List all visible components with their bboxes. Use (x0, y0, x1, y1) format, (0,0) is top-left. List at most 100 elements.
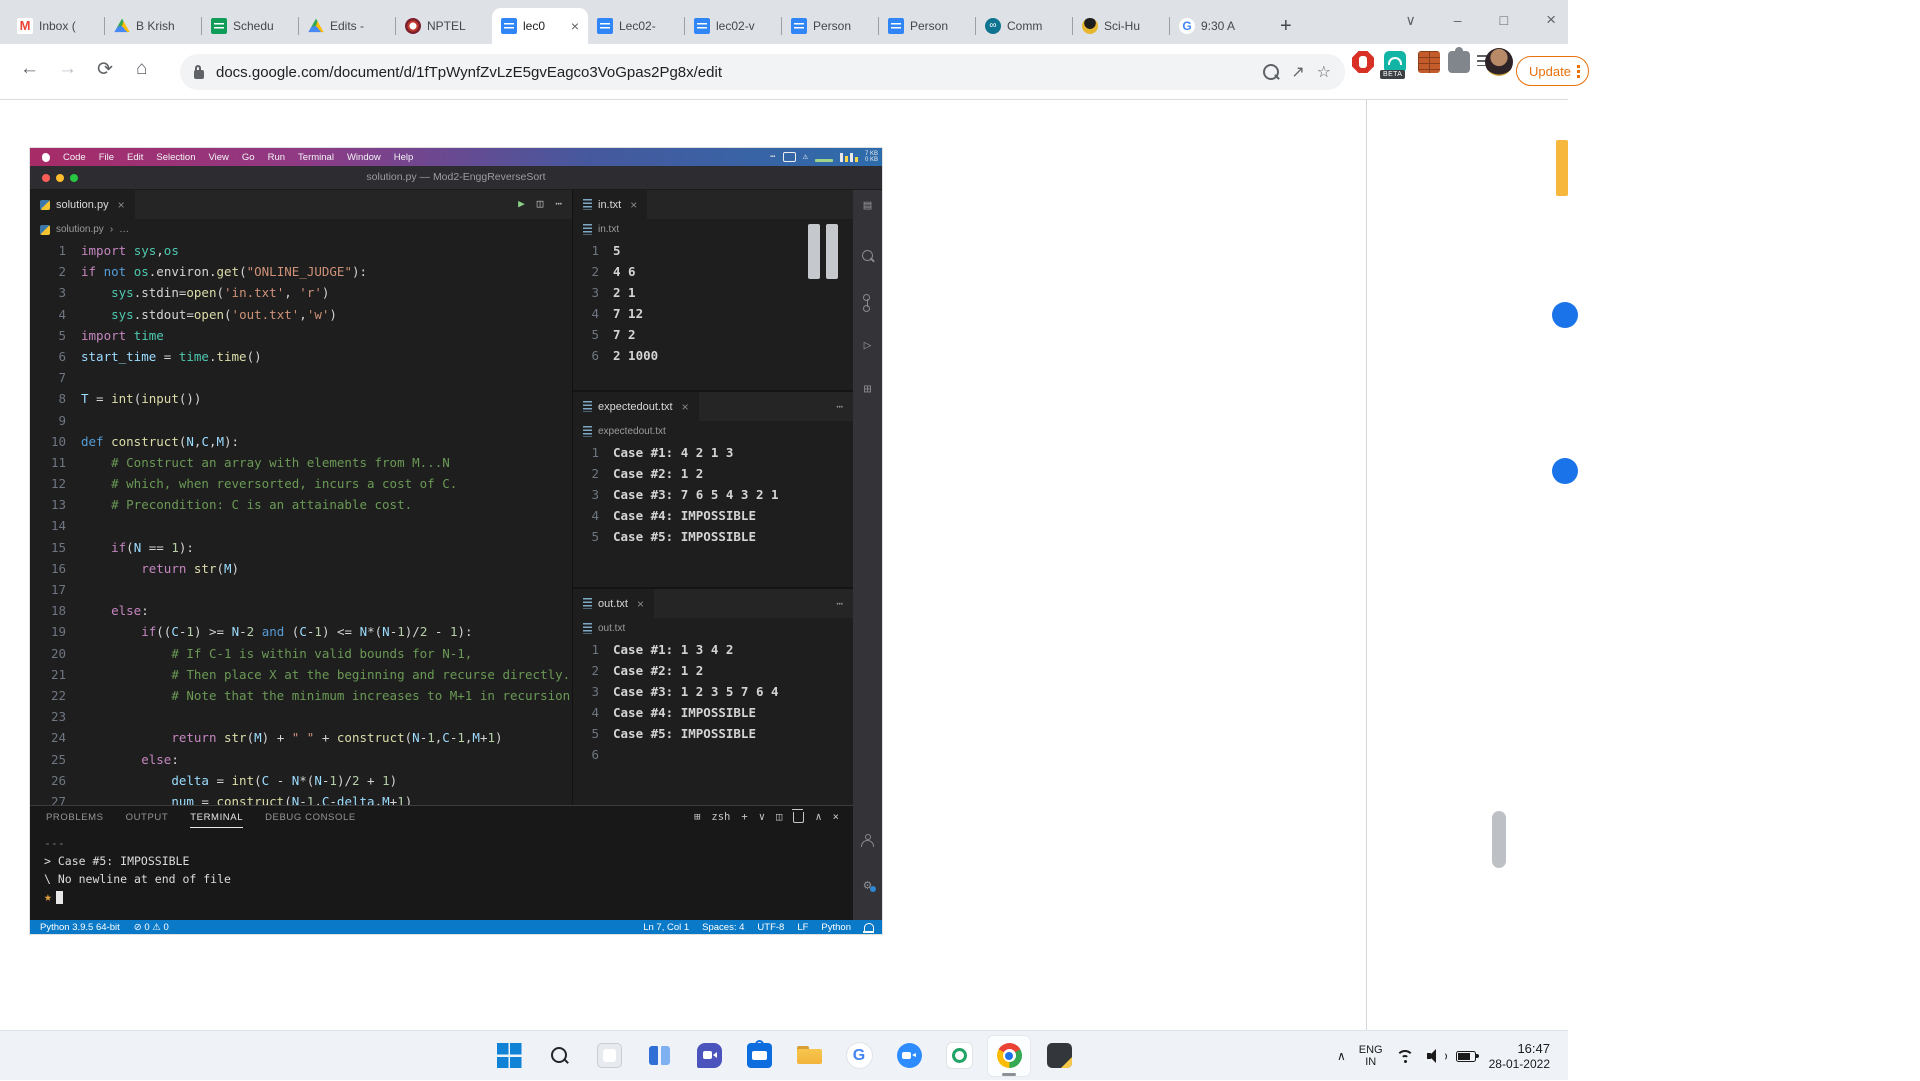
shell-label[interactable]: zsh (711, 811, 730, 823)
taskbar-app-snip[interactable] (1037, 1035, 1081, 1077)
menu-view[interactable]: View (209, 152, 229, 163)
code-line[interactable]: 9 (30, 410, 572, 431)
status-spaces-4[interactable]: Spaces: 4 (702, 922, 744, 933)
more-actions-icon[interactable]: ⋯ (836, 597, 843, 610)
code-line[interactable]: 2if not os.environ.get("ONLINE_JUDGE"): (30, 261, 572, 282)
code-line[interactable]: 16 return str(M) (30, 558, 572, 579)
code-line[interactable]: 22 # Note that the minimum increases to … (30, 685, 572, 706)
status-python[interactable]: Python (821, 922, 851, 933)
warning-icon[interactable]: ⚠ (803, 152, 808, 162)
code-line[interactable]: 6start_time = time.time() (30, 346, 572, 367)
volume-icon[interactable] (1427, 1049, 1443, 1063)
run-icon[interactable]: ▶ (518, 197, 525, 210)
browser-tab-lec0[interactable]: lec0× (492, 8, 588, 44)
battery-icon[interactable] (1456, 1051, 1476, 1062)
home-icon[interactable]: ⌂ (136, 58, 147, 80)
code-line[interactable]: 3 sys.stdin=open('in.txt', 'r') (30, 282, 572, 303)
code-line[interactable]: 15 if(N == 1): (30, 537, 572, 558)
wifi-icon[interactable] (1396, 1050, 1414, 1063)
more-icon[interactable]: ⋯ (770, 152, 775, 162)
taskbar-app-start[interactable] (487, 1035, 531, 1077)
panel-tab-output[interactable]: OUTPUT (126, 812, 169, 828)
close-icon[interactable]: × (1546, 10, 1556, 30)
browser-tab-nptel[interactable]: NPTEL (396, 8, 492, 44)
menu-file[interactable]: File (99, 152, 114, 163)
maximize-panel-icon[interactable]: ∧ (815, 811, 821, 823)
minimize-icon[interactable]: – (1454, 12, 1462, 28)
close-icon[interactable]: × (682, 400, 689, 414)
code-line[interactable]: 13 # Precondition: C is an attainable co… (30, 494, 572, 515)
code-line[interactable]: 7 (30, 367, 572, 388)
code-line[interactable]: 23 (30, 706, 572, 727)
code-line[interactable]: 25 else: (30, 749, 572, 770)
tab-out-txt[interactable]: out.txt× (573, 589, 654, 618)
browser-tab-person[interactable]: Person (782, 8, 878, 44)
split-terminal-icon[interactable]: ◫ (776, 811, 782, 823)
menu-kebab-icon[interactable] (1577, 65, 1580, 78)
browser-tab-lec02-v[interactable]: lec02-v (685, 8, 781, 44)
browser-tab-inbox[interactable]: Inbox ( (8, 8, 104, 44)
extensions-puzzle-icon[interactable] (1448, 51, 1470, 73)
hidden-icons-chevron[interactable]: ∧ (1337, 1049, 1346, 1063)
browser-tab-9-30-a[interactable]: 9:30 A (1170, 8, 1266, 44)
tab-in-txt[interactable]: in.txt× (573, 190, 647, 219)
search-icon[interactable] (862, 250, 873, 261)
code-line[interactable]: 5import time (30, 325, 572, 346)
code-line[interactable]: 11 # Construct an array with elements fr… (30, 452, 572, 473)
launch-profile-icon[interactable]: ⊞ (694, 811, 700, 823)
close-icon[interactable]: × (637, 597, 644, 611)
breadcrumb[interactable]: expectedout.txt (583, 421, 666, 442)
reload-icon[interactable]: ⟳ (97, 58, 113, 81)
taskbar-app-google[interactable] (837, 1035, 881, 1077)
new-tab-button[interactable]: + (1280, 15, 1292, 38)
forward-icon[interactable]: → (58, 58, 77, 80)
code-line[interactable]: 26 delta = int(C - N*(N-1)/2 + 1) (30, 770, 572, 791)
taskbar-app-search[interactable] (537, 1035, 581, 1077)
account-icon[interactable] (861, 834, 874, 847)
panel-tab-terminal[interactable]: TERMINAL (190, 812, 243, 828)
settings-gear-icon[interactable]: ⚙ (853, 878, 882, 893)
code-line[interactable]: 1import sys,os (30, 240, 572, 261)
browser-tab-sci-hu[interactable]: Sci-Hu (1073, 8, 1169, 44)
new-terminal-icon[interactable]: + (741, 811, 747, 823)
menu-terminal[interactable]: Terminal (298, 152, 334, 163)
update-button[interactable]: Update (1516, 56, 1589, 86)
taskbar-app-store[interactable] (737, 1035, 781, 1077)
taskbar-app-chat[interactable] (687, 1035, 731, 1077)
code-line[interactable]: 10def construct(N,C,M): (30, 431, 572, 452)
url-text[interactable]: docs.google.com/document/d/1fTpWynfZvLzE… (216, 64, 1251, 81)
back-icon[interactable]: ← (20, 58, 39, 80)
python-version[interactable]: Python 3.9.5 64-bit (40, 922, 120, 933)
browser-tab-person[interactable]: Person (879, 8, 975, 44)
status-lf[interactable]: LF (797, 922, 808, 933)
code-editor[interactable]: 1import sys,os2if not os.environ.get("ON… (30, 240, 572, 805)
close-panel-icon[interactable]: × (833, 811, 839, 823)
beta-extension-icon[interactable]: BETA (1384, 51, 1406, 73)
split-editor-icon[interactable]: ◫ (537, 197, 544, 210)
taskbar-app-folder[interactable] (787, 1035, 831, 1077)
code-line[interactable]: 19 if((C-1) >= N-2 and (C-1) <= N*(N-1)/… (30, 621, 572, 642)
run-debug-icon[interactable]: ▷ (853, 338, 882, 353)
code-line[interactable]: 20 # If C-1 is within valid bounds for N… (30, 643, 572, 664)
browser-tab-lec02[interactable]: Lec02- (588, 8, 684, 44)
menu-code[interactable]: Code (63, 152, 86, 163)
status-utf-8[interactable]: UTF-8 (757, 922, 784, 933)
pane-lines[interactable]: 1Case #1: 4 2 1 32Case #2: 1 23Case #3: … (573, 442, 853, 547)
breadcrumb[interactable]: solution.py › … (40, 219, 129, 240)
pane-lines[interactable]: 1Case #1: 1 3 4 22Case #2: 1 23Case #3: … (573, 639, 853, 765)
close-icon[interactable]: × (630, 198, 637, 212)
address-bar[interactable]: docs.google.com/document/d/1fTpWynfZvLzE… (180, 54, 1345, 90)
profile-avatar[interactable] (1485, 48, 1513, 76)
tab-close-icon[interactable]: × (571, 18, 579, 34)
code-line[interactable]: 18 else: (30, 600, 572, 621)
menu-edit[interactable]: Edit (127, 152, 143, 163)
more-actions-icon[interactable]: ⋯ (555, 197, 562, 210)
wall-extension-icon[interactable] (1418, 51, 1440, 73)
explorer-icon[interactable]: ▤ (853, 198, 882, 213)
problems-status[interactable]: ⊘ 0 ⚠ 0 (134, 922, 169, 933)
menu-help[interactable]: Help (394, 152, 414, 163)
zoom-icon[interactable] (1263, 64, 1279, 80)
tab-search-icon[interactable]: ∨ (1406, 12, 1416, 29)
taskbar-app-green[interactable] (937, 1035, 981, 1077)
terminal-output[interactable]: ---> Case #5: IMPOSSIBLE\ No newline at … (44, 834, 231, 906)
